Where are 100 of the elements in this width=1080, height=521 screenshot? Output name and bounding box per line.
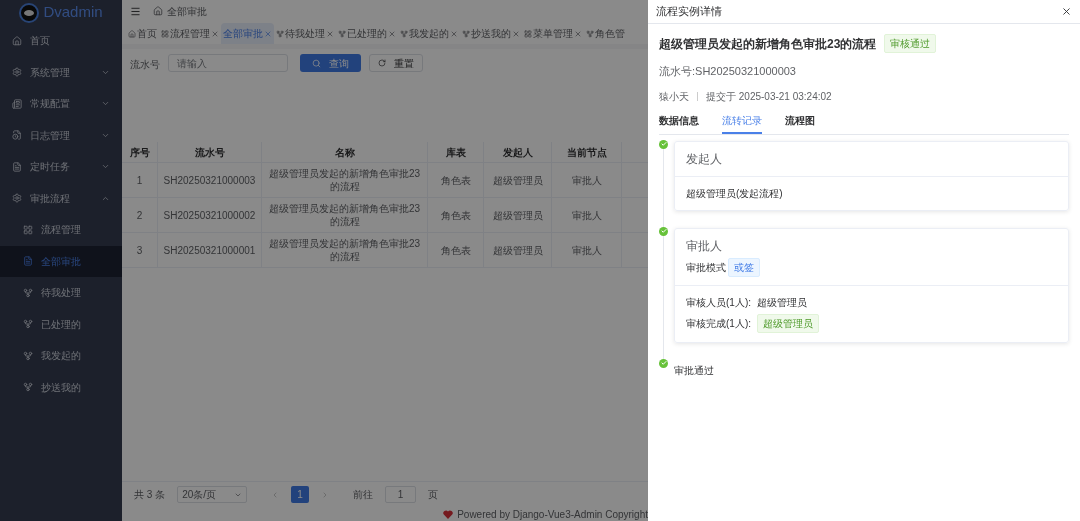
search-field[interactable]: 请输入 [168, 54, 288, 72]
sidebar-item[interactable]: 审批流程 [0, 182, 122, 214]
footer-text: Powered by Django-Vue3-Admin Copyright [457, 507, 648, 521]
sidebar-item[interactable]: 常规配置 [0, 88, 122, 120]
mode-label: 审批模式 [686, 260, 726, 275]
tab[interactable]: 待我处理 [274, 23, 336, 44]
process-title: 超级管理员发起的新增角色审批23的流程 [659, 35, 877, 53]
table-cell: 超级管理员 [484, 233, 552, 267]
record-label: 审核完成(1人): [686, 316, 751, 331]
grid-icon [23, 224, 33, 235]
drawer-tab[interactable]: 流程图 [785, 112, 815, 134]
table-cell: 超级管理员发起的新增角色审批23的流程 [262, 163, 428, 197]
logo-text: Dvadmin [43, 2, 103, 23]
check-icon [659, 139, 668, 149]
home-icon [128, 29, 136, 38]
record-label: 审核人员(1人): [686, 295, 751, 310]
column-header: 序号 [122, 142, 158, 162]
table-cell: 审批人 [552, 163, 622, 197]
gear-icon [12, 67, 22, 78]
sidebar-subitem[interactable]: 抄送我的 [0, 371, 122, 403]
table-cell: 超级管理员发起的新增角色审批23的流程 [262, 233, 428, 267]
tab[interactable]: 流程管理 [159, 23, 221, 44]
logo-icon [19, 2, 40, 23]
table-cell: 角色表 [428, 163, 484, 197]
field-label: 流水号 [130, 58, 160, 72]
tab[interactable]: 角色管 [584, 23, 627, 44]
drawer-tab[interactable]: 流转记录 [722, 112, 762, 134]
document-icon [23, 256, 33, 267]
record-value: 超级管理员 [757, 295, 807, 310]
branch-icon [23, 350, 33, 361]
sidebar-subitem[interactable]: 已处理的 [0, 308, 122, 340]
record-label: 超级管理员(发起流程) [686, 186, 783, 201]
home-icon [153, 6, 163, 16]
sidebar-subitem[interactable]: 我发起的 [0, 340, 122, 372]
newspaper-icon [12, 98, 22, 109]
total-count: 共 3 条 [134, 488, 166, 502]
tab[interactable]: 菜单管理 [522, 23, 584, 44]
page-suffix: 页 [428, 488, 439, 502]
grid-icon [161, 29, 169, 38]
reset-button[interactable]: 重置 [369, 54, 423, 72]
close-icon[interactable] [1061, 6, 1072, 17]
page-size-select[interactable]: 20条/页 [177, 486, 248, 503]
heart-icon [443, 509, 454, 519]
table-cell: 2 [122, 198, 158, 232]
file-clock-icon [12, 130, 22, 141]
status-tag: 审核通过 [884, 34, 937, 53]
tab[interactable]: 抄送我的 [460, 23, 522, 44]
breadcrumb[interactable]: 全部审批 [167, 3, 207, 19]
page-button[interactable]: 1 [291, 486, 310, 503]
query-button[interactable]: 查询 [300, 54, 361, 72]
sidebar-subitem[interactable]: 流程管理 [0, 214, 122, 246]
branch-icon [276, 29, 284, 38]
sidebar-item[interactable]: 定时任务 [0, 151, 122, 183]
column-header: 名称 [262, 142, 428, 162]
gear-icon [12, 193, 22, 204]
table-cell: 角色表 [428, 233, 484, 267]
grid-icon [524, 29, 532, 38]
mode-tag: 或签 [728, 257, 760, 277]
submit-time: 提交于 2025-03-21 03:24:02 [706, 89, 832, 104]
menu-icon[interactable] [130, 5, 141, 17]
approver-tag: 超级管理员 [757, 313, 819, 333]
branch-icon [462, 29, 470, 38]
table-cell: 3 [122, 233, 158, 267]
page-input[interactable]: 1 [385, 486, 417, 503]
table-cell: 超级管理员发起的新增角色审批23的流程 [262, 198, 428, 232]
table-cell: 1 [122, 163, 158, 197]
sidebar-item[interactable]: 首页 [0, 25, 122, 57]
check-icon [659, 358, 668, 368]
drawer-tab[interactable]: 数据信息 [659, 112, 699, 134]
check-icon [659, 226, 668, 236]
table-cell: SH20250321000001 [158, 233, 262, 267]
home-icon [12, 35, 22, 46]
document-icon [12, 161, 22, 172]
reset-icon [378, 59, 386, 67]
card-title: 发起人 [686, 150, 723, 168]
goto-label: 前往 [353, 488, 374, 502]
tab[interactable]: 首页 [126, 23, 159, 44]
tab[interactable]: 全部审批 [221, 23, 274, 44]
sidebar-item[interactable]: 系统管理 [0, 56, 122, 88]
column-header: 库表 [428, 142, 484, 162]
branch-icon [338, 29, 346, 38]
tab[interactable]: 我发起的 [398, 23, 460, 44]
table-cell: 超级管理员 [484, 163, 552, 197]
table-cell: 超级管理员 [484, 198, 552, 232]
sidebar-subitem[interactable]: 待我处理 [0, 277, 122, 309]
submitter-name: 猿小天 [659, 89, 689, 104]
tab[interactable]: 已处理的 [336, 23, 398, 44]
table-cell: 审批人 [552, 198, 622, 232]
table-cell: 角色表 [428, 198, 484, 232]
sidebar-subitem[interactable]: 全部审批 [0, 245, 122, 277]
drawer-title: 流程实例详情 [656, 4, 722, 20]
sidebar-item[interactable]: 日志管理 [0, 119, 122, 151]
branch-icon [23, 319, 33, 330]
table-cell: SH20250321000003 [158, 163, 262, 197]
branch-icon [586, 29, 594, 38]
column-header: 当前节点 [552, 142, 622, 162]
card-title: 审批人 [686, 237, 723, 255]
column-header: 发起人 [484, 142, 552, 162]
table-cell: 审批人 [552, 233, 622, 267]
branch-icon [23, 287, 33, 298]
